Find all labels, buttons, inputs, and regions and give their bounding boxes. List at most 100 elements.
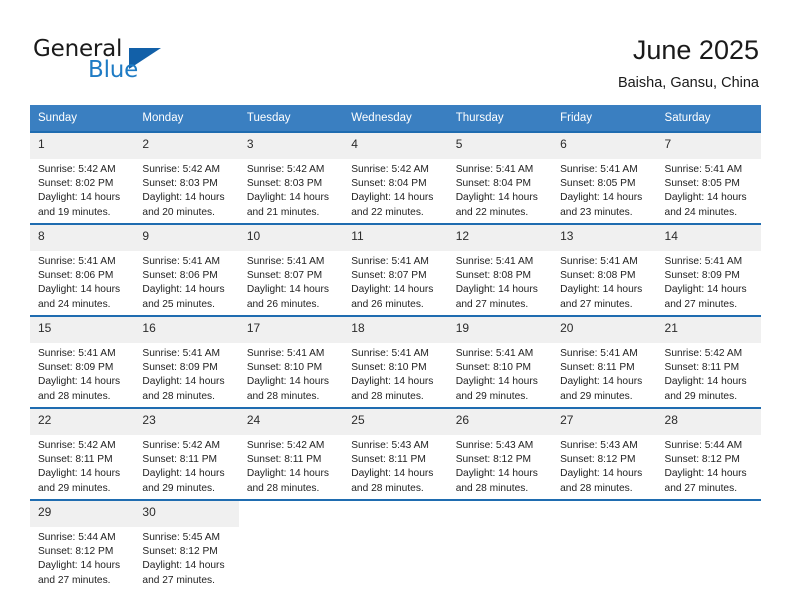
weekday-header-tuesday: Tuesday [238,105,344,132]
sunset-text: Sunset: 8:08 PM [455,270,532,282]
day-cell[interactable]: 28 Sunrise: 5:44 AM Sunset: 8:12 PM Dayligh… [656,407,761,500]
sunset-text: Sunset: 8:12 PM [142,546,218,558]
daylight-text-line1: Daylight: 14 hours [455,284,538,296]
sunset-text: Sunset: 8:11 PM [560,362,635,374]
sunset-text: Sunset: 8:12 PM [560,454,636,466]
day-cell[interactable]: 9 Sunrise: 5:41 AM Sunset: 8:06 PM Daylight… [134,223,239,316]
day-cell[interactable]: 29 Sunrise: 5:44 AM Sunset: 8:12 PM Dayligh… [30,499,135,589]
daylight-text-line1: Daylight: 14 hours [664,468,747,480]
daylight-text-line2: and 22 minutes. [351,206,424,218]
day-cell[interactable]: 13 Sunrise: 5:41 AM Sunset: 8:08 PM Dayligh… [552,223,657,316]
sunrise-text: Sunrise: 5:41 AM [38,348,116,359]
daylight-text-line2: and 21 minutes. [246,206,320,218]
page-header: General Blue June 2025 Baisha, Gansu, Ch… [0,0,792,100]
daylight-text-line1: Daylight: 14 hours [664,192,747,204]
day-cell[interactable]: 18 Sunrise: 5:41 AM Sunset: 8:10 PM Dayligh… [343,315,448,408]
day-details: Sunrise: 5:43 AM Sunset: 8:11 PM Daylight:… [343,435,447,496]
day-details: Sunrise: 5:42 AM Sunset: 8:11 PM Daylight:… [239,435,343,496]
daylight-text-line2: and 28 minutes. [38,390,111,402]
day-details: Sunrise: 5:41 AM Sunset: 8:11 PM Daylight:… [552,343,656,404]
day-cell[interactable]: 20 Sunrise: 5:41 AM Sunset: 8:11 PM Dayligh… [552,315,657,408]
daylight-text-line2: and 19 minutes. [38,206,111,218]
sunrise-sunset-calendar: Sunday Monday Tuesday Wednesday Thursday… [30,105,761,589]
day-cell[interactable]: 16 Sunrise: 5:41 AM Sunset: 8:09 PM Dayligh… [134,315,239,408]
daylight-text-line2: and 27 minutes. [664,298,738,310]
day-cell[interactable]: 22 Sunrise: 5:42 AM Sunset: 8:11 PM Dayligh… [30,407,135,500]
day-cell[interactable]: 3 Sunrise: 5:42 AM Sunset: 8:03 PM Daylight… [238,131,344,224]
daylight-text-line2: and 28 minutes. [455,482,529,494]
day-cell[interactable]: 11 Sunrise: 5:41 AM Sunset: 8:07 PM Dayligh… [343,223,448,316]
daylight-text-line2: and 28 minutes. [351,390,424,402]
day-cell[interactable]: 30 Sunrise: 5:45 AM Sunset: 8:12 PM Dayligh… [134,499,239,589]
daylight-text-line1: Daylight: 14 hours [246,192,329,204]
sunrise-text: Sunrise: 5:41 AM [38,256,116,267]
daylight-text-line1: Daylight: 14 hours [455,376,538,388]
week-row: 1 Sunrise: 5:42 AM Sunset: 8:02 PM Daylight… [30,131,761,224]
sunrise-text: Sunrise: 5:43 AM [560,440,638,451]
sunset-text: Sunset: 8:09 PM [142,362,218,374]
day-number: 28 [656,409,761,435]
sunrise-text: Sunrise: 5:41 AM [246,348,325,359]
day-cell[interactable]: 10 Sunrise: 5:41 AM Sunset: 8:07 PM Dayligh… [238,223,344,316]
day-cell[interactable]: 25 Sunrise: 5:43 AM Sunset: 8:11 PM Dayligh… [343,407,448,500]
weekday-header-friday: Friday [552,105,657,132]
day-cell[interactable]: 5 Sunrise: 5:41 AM Sunset: 8:04 PM Daylight… [447,131,553,224]
sunset-text: Sunset: 8:05 PM [664,178,740,190]
day-cell[interactable]: 24 Sunrise: 5:42 AM Sunset: 8:11 PM Dayligh… [238,407,344,500]
sunrise-text: Sunrise: 5:42 AM [38,440,116,451]
daylight-text-line2: and 29 minutes. [560,390,633,402]
day-cell[interactable]: 19 Sunrise: 5:41 AM Sunset: 8:10 PM Dayligh… [447,315,553,408]
day-number: 1 [30,133,135,159]
sunrise-text: Sunrise: 5:42 AM [38,164,116,175]
day-cell[interactable]: 2 Sunrise: 5:42 AM Sunset: 8:03 PM Daylight… [134,131,239,224]
location-subtitle: Baisha, Gansu, China [617,75,759,91]
weekday-header-row: Sunday Monday Tuesday Wednesday Thursday… [30,105,761,132]
sunrise-text: Sunrise: 5:41 AM [664,164,743,175]
daylight-text-line2: and 27 minutes. [455,298,529,310]
brand-logo[interactable]: General Blue [33,36,233,90]
daylight-text-line1: Daylight: 14 hours [142,284,225,296]
day-cell[interactable]: 27 Sunrise: 5:43 AM Sunset: 8:12 PM Dayligh… [552,407,657,500]
day-cell[interactable]: 14 Sunrise: 5:41 AM Sunset: 8:09 PM Dayligh… [656,223,761,316]
sunset-text: Sunset: 8:11 PM [142,454,217,466]
day-cell[interactable]: 21 Sunrise: 5:42 AM Sunset: 8:11 PM Dayligh… [656,315,761,408]
day-cell[interactable]: 1 Sunrise: 5:42 AM Sunset: 8:02 PM Daylight… [30,131,135,224]
sunset-text: Sunset: 8:04 PM [455,178,532,190]
daylight-text-line1: Daylight: 14 hours [142,376,225,388]
day-number: 21 [656,317,761,343]
sunset-text: Sunset: 8:11 PM [246,454,322,466]
daylight-text-line2: and 24 minutes. [664,206,738,218]
sunset-text: Sunset: 8:02 PM [38,178,114,190]
title-block: June 2025 Baisha, Gansu, China [618,34,759,93]
day-number: 5 [447,133,553,159]
sunrise-text: Sunrise: 5:44 AM [38,532,116,543]
day-number [552,501,656,527]
day-cell[interactable]: 4 Sunrise: 5:42 AM Sunset: 8:04 PM Daylight… [343,131,448,224]
sunrise-text: Sunrise: 5:42 AM [664,348,743,359]
day-details: Sunrise: 5:41 AM Sunset: 8:07 PM Daylight:… [343,251,447,312]
day-cell[interactable]: 7 Sunrise: 5:41 AM Sunset: 8:05 PM Daylight… [656,131,761,224]
week-row: 22 Sunrise: 5:42 AM Sunset: 8:11 PM Dayligh… [30,407,761,500]
daylight-text-line2: and 27 minutes. [560,298,633,310]
day-cell[interactable]: 8 Sunrise: 5:41 AM Sunset: 8:06 PM Daylight… [30,223,135,316]
day-details: Sunrise: 5:44 AM Sunset: 8:12 PM Daylight:… [657,435,761,496]
day-cell[interactable]: 6 Sunrise: 5:41 AM Sunset: 8:05 PM Daylight… [552,131,657,224]
daylight-text-line1: Daylight: 14 hours [246,468,329,480]
day-cell-empty [447,499,553,589]
day-details: Sunrise: 5:45 AM Sunset: 8:12 PM Daylight:… [134,527,238,588]
sunrise-text: Sunrise: 5:44 AM [664,440,743,451]
day-details: Sunrise: 5:42 AM Sunset: 8:03 PM Daylight:… [239,159,343,220]
day-cell[interactable]: 17 Sunrise: 5:41 AM Sunset: 8:10 PM Dayligh… [238,315,344,408]
day-details: Sunrise: 5:42 AM Sunset: 8:04 PM Daylight:… [343,159,447,220]
daylight-text-line2: and 23 minutes. [560,206,633,218]
day-number: 7 [656,133,761,159]
daylight-text-line2: and 24 minutes. [38,298,111,310]
day-cell[interactable]: 23 Sunrise: 5:42 AM Sunset: 8:11 PM Dayligh… [134,407,239,500]
daylight-text-line2: and 26 minutes. [246,298,320,310]
day-cell[interactable]: 26 Sunrise: 5:43 AM Sunset: 8:12 PM Dayligh… [447,407,553,500]
day-cell[interactable]: 12 Sunrise: 5:41 AM Sunset: 8:08 PM Dayligh… [447,223,553,316]
day-number: 25 [343,409,448,435]
day-details: Sunrise: 5:43 AM Sunset: 8:12 PM Daylight:… [448,435,552,496]
day-cell[interactable]: 15 Sunrise: 5:41 AM Sunset: 8:09 PM Dayligh… [30,315,135,408]
day-number: 10 [238,225,344,251]
